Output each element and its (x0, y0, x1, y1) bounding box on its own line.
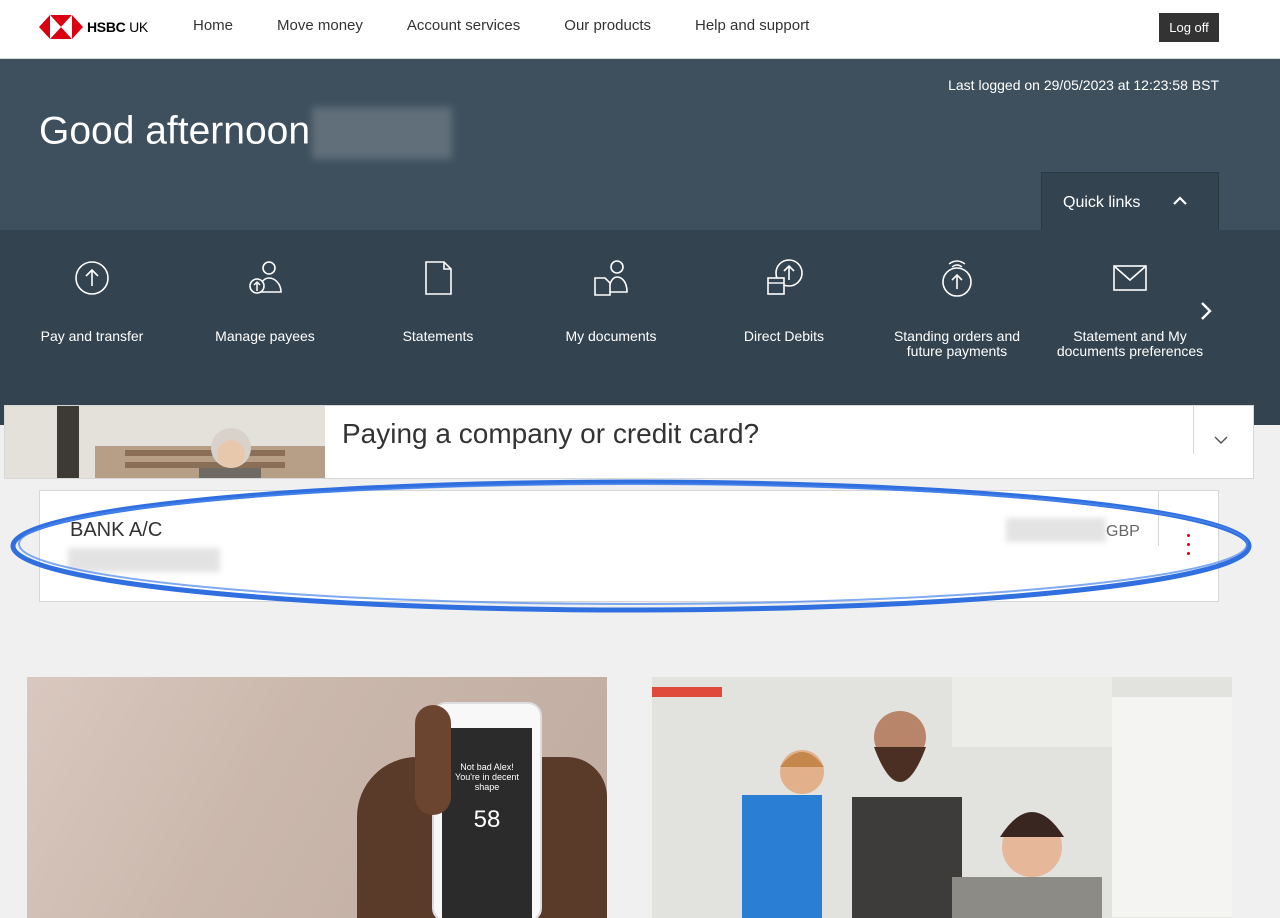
divider (1193, 406, 1194, 454)
family-kitchen-image (652, 677, 1232, 918)
chevron-up-icon (1173, 196, 1187, 205)
statements-icon (425, 261, 452, 295)
nav-move-money[interactable]: Move money (255, 0, 385, 52)
manage-payees-icon (249, 261, 282, 294)
quick-link-manage-payees[interactable]: Manage payees (190, 258, 340, 344)
standing-orders-icon (942, 260, 972, 297)
quick-link-label: Manage payees (215, 328, 315, 344)
pay-transfer-icon (75, 261, 109, 295)
quick-link-label: Statement and My documents preferences (1056, 328, 1204, 359)
quick-link-statements[interactable]: Statements (363, 258, 513, 344)
nav-home[interactable]: Home (171, 0, 255, 52)
phone-screen: Not bad Alex! You're in decent shape 58 (442, 728, 532, 918)
hsbc-logo[interactable]: HSBC UK (39, 15, 148, 39)
last-logged-text: Last logged on 29/05/2023 at 12:23:58 BS… (948, 77, 1219, 93)
top-navigation: HSBC UK Home Move money Account services… (0, 0, 1280, 59)
banner-photo (5, 406, 325, 478)
woman-at-home-image (5, 406, 325, 478)
hsbc-hexagon-icon (39, 15, 83, 39)
quick-link-label: My documents (565, 328, 657, 344)
chevron-right-icon[interactable] (1192, 297, 1220, 325)
quick-links-bar: Pay and transfer Manage payees Statement… (0, 230, 1280, 425)
logo-text: HSBC UK (87, 19, 148, 35)
quick-link-my-documents[interactable]: My documents (536, 258, 686, 344)
quick-link-pay-transfer[interactable]: Pay and transfer (17, 258, 167, 344)
redacted-account-number (68, 548, 220, 572)
quick-link-label: Standing orders and future payments (893, 328, 1021, 359)
banner-title: Paying a company or credit card? (342, 418, 760, 449)
thumb-image (415, 705, 451, 815)
phone-line: You're in decent shape (455, 772, 519, 792)
quick-link-label: Direct Debits (743, 328, 825, 344)
my-documents-icon (594, 260, 628, 296)
quick-link-label: Pay and transfer (40, 328, 144, 344)
account-card[interactable]: BANK A/C GBP (39, 490, 1219, 602)
quick-links-toggle[interactable]: Quick links (1041, 172, 1219, 232)
chevron-down-icon[interactable] (1213, 432, 1229, 448)
envelope-icon (1113, 265, 1147, 291)
log-off-button[interactable]: Log off (1159, 13, 1219, 42)
welcome-hero: Last logged on 29/05/2023 at 12:23:58 BS… (0, 59, 1280, 232)
direct-debits-icon (767, 259, 803, 295)
greeting: Good afternoon (39, 107, 453, 159)
phone-score: 58 (473, 806, 501, 833)
nav-account-services[interactable]: Account services (385, 0, 542, 52)
divider (1158, 491, 1159, 546)
paying-company-banner[interactable]: Paying a company or credit card? (4, 405, 1254, 479)
phone-line: Not bad Alex! (460, 762, 514, 772)
account-more-options-icon[interactable] (1182, 534, 1194, 562)
account-currency: GBP (1106, 523, 1140, 540)
account-name: BANK A/C (70, 519, 163, 541)
quick-link-standing-orders[interactable]: Standing orders and future payments (882, 258, 1032, 359)
main-menu: Home Move money Account services Our pro… (171, 0, 831, 52)
redacted-balance (1006, 518, 1106, 542)
quick-links-label: Quick links (1063, 193, 1141, 211)
nav-our-products[interactable]: Our products (542, 0, 673, 52)
promo-card-family[interactable] (652, 677, 1232, 918)
quick-link-label: Statements (402, 328, 474, 344)
nav-help-support[interactable]: Help and support (673, 0, 831, 52)
quick-link-direct-debits[interactable]: Direct Debits (709, 258, 859, 344)
greeting-text: Good afternoon (39, 109, 311, 153)
redacted-customer-name (312, 107, 453, 159)
quick-link-preferences[interactable]: Statement and My documents preferences (1055, 258, 1205, 359)
promo-card-credit-score[interactable]: Not bad Alex! You're in decent shape 58 (27, 677, 607, 918)
